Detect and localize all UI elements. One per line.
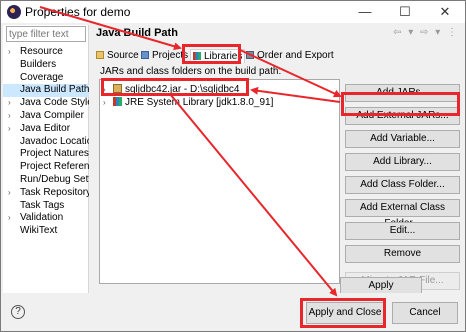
- sidebar-item-label: Java Editor: [20, 122, 71, 134]
- tab-projects-label: Projects: [152, 50, 189, 61]
- sidebar-item-label: Java Build Path: [20, 84, 89, 96]
- expand-arrow-icon[interactable]: ›: [8, 187, 11, 200]
- add-class-folder-button[interactable]: Add Class Folder...: [345, 176, 460, 194]
- page-title: Java Build Path: [96, 27, 178, 39]
- tab-order-export[interactable]: Order and Export: [246, 49, 334, 63]
- sidebar-item-label: Task Repository: [20, 186, 89, 198]
- main-pane: Java Build Path ⇦ ▾ ⇨ ▾ ⋮ Source Project…: [92, 25, 465, 293]
- properties-window: Properties for demo — ☐ ✕ › ResourceBuild…: [0, 0, 466, 332]
- sidebar-item[interactable]: Project Natures: [3, 148, 89, 161]
- expand-arrow-icon[interactable]: ›: [8, 97, 11, 110]
- sidebar-item-label: Project Natures: [20, 148, 89, 160]
- sidebar-item-label: Task Tags: [20, 199, 65, 211]
- jar-file-icon: [113, 84, 122, 93]
- sidebar-item[interactable]: Run/Debug Settings: [3, 174, 89, 187]
- filter-input[interactable]: [6, 26, 86, 42]
- navigation-arrows[interactable]: ⇦ ▾ ⇨ ▾ ⋮: [393, 27, 459, 38]
- sidebar-item[interactable]: › Java Editor: [3, 123, 89, 136]
- tab-order-export-label: Order and Export: [257, 50, 334, 61]
- sidebar-item[interactable]: Java Build Path: [3, 84, 89, 98]
- list-item-label: JRE System Library [jdk1.8.0_91]: [125, 97, 274, 108]
- expand-arrow-icon: ›: [103, 98, 106, 107]
- dialog-footer: ? Apply and Close Cancel: [1, 293, 465, 331]
- sidebar-item-label: Resource: [20, 46, 63, 57]
- sidebar-item[interactable]: Builders: [3, 59, 89, 72]
- add-variable-button[interactable]: Add Variable...: [345, 130, 460, 148]
- help-icon[interactable]: ?: [11, 305, 25, 319]
- tab-source[interactable]: Source: [96, 49, 139, 63]
- expand-arrow-icon[interactable]: ›: [8, 110, 11, 123]
- sidebar-item-label: WikiText: [20, 225, 58, 237]
- maximize-button[interactable]: ☐: [385, 1, 425, 23]
- add-library-button[interactable]: Add Library...: [345, 153, 460, 171]
- apply-and-close-button[interactable]: Apply and Close: [306, 302, 384, 324]
- sidebar-item[interactable]: Coverage: [3, 72, 89, 85]
- tab-projects[interactable]: Projects: [141, 49, 188, 63]
- sidebar-item[interactable]: › Java Code Style: [3, 97, 89, 110]
- list-item-label: sqljdbc42.jar - D:\sqljdbc4: [125, 84, 240, 95]
- sidebar: › ResourceBuildersCoverageJava Build Path…: [3, 25, 89, 293]
- order-export-icon: [246, 51, 254, 59]
- expand-arrow-icon: ›: [103, 85, 106, 94]
- eclipse-logo-icon: [7, 5, 21, 19]
- sidebar-item-label: Run/Debug Settings: [20, 173, 89, 185]
- tab-source-label: Source: [107, 50, 139, 61]
- expand-arrow-icon[interactable]: ›: [8, 46, 11, 59]
- tab-bar: Source Projects Libraries Order and Expo…: [96, 49, 356, 63]
- remove-button[interactable]: Remove: [345, 245, 460, 263]
- sidebar-item-label: Project References: [20, 161, 89, 173]
- sidebar-item[interactable]: Task Tags: [3, 200, 89, 213]
- sidebar-item[interactable]: Javadoc Location: [3, 136, 89, 149]
- sidebar-item-label: Builders: [20, 58, 57, 70]
- add-external-jars-button[interactable]: Add External JARs...: [345, 107, 460, 125]
- sidebar-item[interactable]: › Task Repository: [3, 187, 89, 200]
- sidebar-item-label: Javadoc Location: [20, 135, 89, 147]
- sidebar-item[interactable]: › Java Compiler: [3, 110, 89, 123]
- edit-button[interactable]: Edit...: [345, 222, 460, 240]
- tab-libraries-label: Libraries: [204, 51, 243, 62]
- library-books-icon: [193, 52, 201, 60]
- source-folder-icon: [96, 51, 104, 59]
- sidebar-item[interactable]: WikiText: [3, 225, 89, 238]
- sidebar-item[interactable]: › Resource: [3, 46, 89, 59]
- sidebar-tree: › Resource Builders Coverage Java Build Path…: [3, 46, 89, 238]
- sidebar-item[interactable]: › Validation: [3, 212, 89, 225]
- add-external-class-folder-button[interactable]: Add External Class Folder...: [345, 199, 460, 229]
- minimize-button[interactable]: —: [345, 1, 385, 23]
- sidebar-item-label: Java Compiler: [20, 109, 84, 121]
- cancel-button[interactable]: Cancel: [392, 302, 458, 324]
- expand-arrow-icon[interactable]: ›: [8, 123, 11, 136]
- build-path-label: JARs and class folders on the build path…: [100, 66, 282, 77]
- sidebar-item-label: Java Code Style: [20, 97, 89, 109]
- sidebar-item[interactable]: Project References: [3, 161, 89, 174]
- tab-libraries[interactable]: Libraries: [190, 49, 246, 63]
- expand-arrow-icon[interactable]: ›: [8, 212, 11, 225]
- sidebar-item-label: Validation: [20, 212, 64, 224]
- add-jars-button[interactable]: Add JARs...: [345, 84, 460, 102]
- sidebar-item-label: Coverage: [20, 71, 64, 83]
- library-icon: [113, 97, 122, 106]
- list-item[interactable]: › sqljdbc42.jar - D:\sqljdbc4: [103, 84, 240, 96]
- window-title: Properties for demo: [25, 5, 131, 19]
- list-item[interactable]: › JRE System Library [jdk1.8.0_91]: [103, 97, 273, 109]
- title-bar: Properties for demo — ☐ ✕: [1, 1, 465, 23]
- project-icon: [141, 51, 149, 59]
- build-path-list[interactable]: › sqljdbc42.jar - D:\sqljdbc4 › JRE System…: [99, 79, 340, 284]
- close-button[interactable]: ✕: [425, 1, 465, 23]
